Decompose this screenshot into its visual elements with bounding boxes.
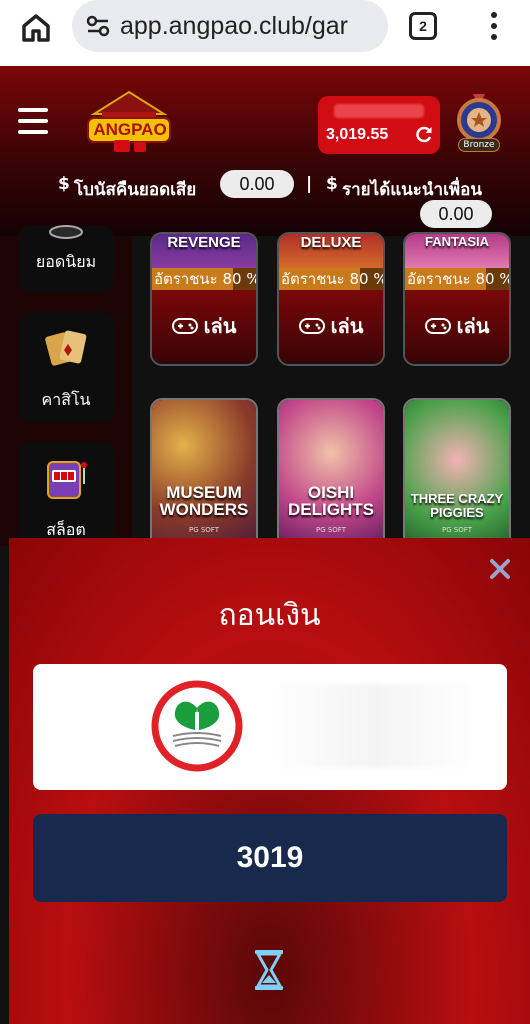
rank-avatar[interactable]: Bronze: [454, 92, 504, 152]
url-text: app.angpao.club/gar: [120, 11, 348, 40]
masked-account-info: [279, 684, 469, 768]
browser-menu-icon[interactable]: [486, 10, 502, 42]
playing-cards-icon: [45, 330, 87, 366]
browser-toolbar: app.angpao.club/gar 2: [0, 0, 530, 66]
site-settings-icon[interactable]: [80, 8, 116, 44]
game-title: OISHI DELIGHTS: [288, 483, 374, 519]
game-title: THREE CRAZY PIGGIES: [410, 491, 504, 520]
logo-lettering: ANGPAO: [93, 120, 166, 139]
game-title: MUSEUM WONDERS: [159, 483, 249, 519]
withdraw-modal: ถอนเงิน 3019: [9, 538, 530, 1024]
game-card[interactable]: REVENGE อัตราชนะ 80 % เล่น: [150, 232, 258, 366]
game-title: DELUXE: [300, 234, 362, 251]
play-button[interactable]: เล่น: [405, 290, 509, 362]
game-title: FANTASIA: [424, 234, 490, 249]
sidebar-item-slots[interactable]: สล็อต: [18, 442, 114, 552]
masked-username: [334, 104, 424, 118]
win-rate: อัตราชนะ 80 %: [279, 268, 383, 290]
refresh-icon[interactable]: [414, 124, 434, 144]
win-rate: อัตราชนะ 80 %: [152, 268, 256, 290]
play-button[interactable]: เล่น: [152, 290, 256, 362]
game-card[interactable]: DELUXE อัตราชนะ 80 % เล่น: [277, 232, 385, 366]
site-header: ANGPAO 3,019.55 Bronze $ โบนัสคืนยอดเสีย…: [0, 66, 530, 236]
category-sidebar: ยอดนิยม คาสิโน สล็อต: [0, 225, 132, 552]
game-title: REVENGE: [167, 234, 241, 251]
withdraw-amount[interactable]: 3019: [33, 814, 507, 902]
play-label: เล่น: [456, 314, 490, 338]
bank-account-card[interactable]: [33, 664, 507, 790]
sidebar-item-popular[interactable]: ยอดนิยม: [18, 225, 114, 292]
gamepad-icon: [298, 318, 325, 334]
hamburger-menu-icon[interactable]: [18, 108, 48, 134]
play-button[interactable]: เล่น: [279, 290, 383, 362]
rank-label: Bronze: [458, 138, 500, 152]
slot-machine-icon: [47, 461, 87, 499]
gamepad-icon: [171, 318, 198, 334]
games-grid: REVENGE อัตราชนะ 80 % เล่น DELUXE อัตราช…: [132, 232, 530, 548]
sidebar-item-label: คาสิโน: [41, 390, 91, 409]
hourglass-icon: [255, 950, 283, 990]
cashback-value: 0.00: [220, 170, 294, 198]
sidebar-item-casino[interactable]: คาสิโน: [18, 312, 114, 422]
play-label: เล่น: [330, 314, 364, 338]
game-card[interactable]: MUSEUM WONDERS PG SOFT: [150, 398, 258, 548]
address-bar[interactable]: app.angpao.club/gar: [72, 0, 388, 52]
game-maker: PG SOFT: [188, 526, 219, 534]
chip-icon: [49, 225, 83, 239]
tab-switcher-button[interactable]: 2: [409, 12, 437, 40]
game-maker: PG SOFT: [441, 526, 472, 534]
bronze-medal-icon: [457, 94, 501, 142]
home-icon[interactable]: [18, 10, 54, 46]
modal-title: ถอนเงิน: [218, 598, 321, 633]
referral-label: รายได้แนะนำเพื่อน: [342, 180, 482, 200]
kasikorn-bank-logo: [151, 680, 243, 772]
referral-currency-icon: $: [326, 174, 338, 194]
balance-value: 3,019.55: [326, 126, 389, 143]
game-card[interactable]: FANTASIA อัตราชนะ 80 % เล่น: [403, 232, 511, 366]
game-card[interactable]: THREE CRAZY PIGGIES PG SOFT: [403, 398, 511, 548]
sidebar-item-label: ยอดนิยม: [35, 252, 97, 271]
svg-text:ANGPAO: ANGPAO: [93, 120, 166, 139]
win-rate: อัตราชนะ 80 %: [405, 268, 509, 290]
separator: |: [306, 174, 313, 194]
gamepad-icon: [424, 318, 451, 334]
close-icon[interactable]: [487, 556, 513, 582]
game-maker: PG SOFT: [315, 526, 346, 534]
play-label: เล่น: [203, 314, 237, 338]
cashback-label: โบนัสคืนยอดเสีย: [74, 180, 197, 200]
game-card[interactable]: OISHI DELIGHTS PG SOFT: [277, 398, 385, 548]
balance-panel[interactable]: 3,019.55: [318, 96, 440, 154]
referral-value: 0.00: [420, 200, 492, 228]
cashback-currency-icon: $: [58, 174, 70, 194]
